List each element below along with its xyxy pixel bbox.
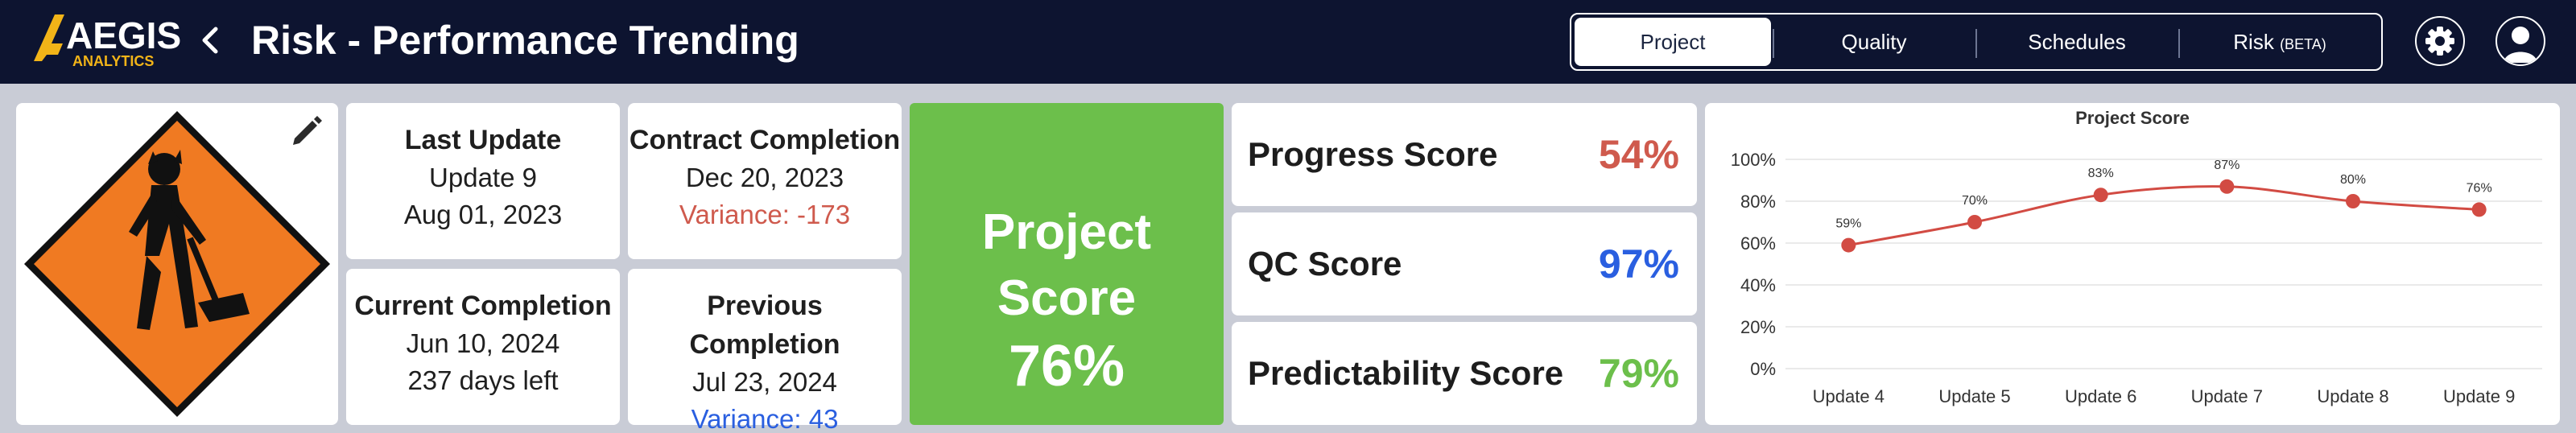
data-point — [2219, 179, 2235, 194]
y-tick-label: 60% — [1740, 233, 1776, 254]
current-completion-date: Jun 10, 2024 — [406, 328, 560, 358]
y-tick-label: 40% — [1740, 275, 1776, 295]
current-completion-days-left: 237 days left — [407, 365, 559, 395]
settings-button[interactable] — [2415, 16, 2465, 66]
data-label: 70% — [1962, 194, 1988, 208]
project-score-chart: Project Score 0% 20% 40% 60% 80% 100% Update … — [1731, 108, 2542, 406]
predictability-score-value: 79% — [1598, 351, 1679, 396]
chevron-left-icon — [202, 27, 218, 54]
series-line — [1848, 185, 2479, 247]
data-label: 87% — [2214, 159, 2240, 172]
x-tick-label: Update 5 — [1938, 386, 2010, 406]
tab-risk-label: Risk — [2233, 30, 2274, 54]
logo-text: AEGIS — [66, 14, 180, 56]
data-point — [2346, 194, 2360, 208]
data-label: 83% — [2088, 167, 2114, 180]
tab-quality[interactable]: Quality — [1776, 18, 1972, 66]
qc-score-value: 97% — [1598, 241, 1679, 287]
tab-schedules[interactable]: Schedules — [1979, 18, 2175, 66]
previous-completion-date: Jul 23, 2024 — [692, 367, 837, 397]
pencil-icon — [293, 116, 322, 145]
data-point — [2093, 188, 2108, 203]
edit-image-button[interactable] — [288, 113, 325, 150]
current-completion-card: Current Completion Jun 10, 2024 237 days… — [346, 269, 620, 425]
y-tick-label: 20% — [1740, 317, 1776, 337]
qc-score-label: QC Score — [1248, 245, 1402, 282]
contract-completion-card: Contract Completion Dec 20, 2023 Varianc… — [628, 103, 902, 259]
y-tick-label: 100% — [1731, 150, 1776, 170]
view-tabs: Project Quality Schedules Risk (BETA) — [1570, 13, 2383, 71]
progress-score-value: 54% — [1598, 132, 1679, 177]
progress-score-label: Progress Score — [1248, 135, 1498, 173]
contract-completion-variance: Variance: -173 — [679, 200, 851, 229]
contract-completion-date: Dec 20, 2023 — [685, 163, 844, 192]
project-score-label: Project Score — [981, 204, 1152, 326]
app-header: AEGIS ANALYTICS Risk - Performance Trend… — [0, 0, 2576, 84]
gear-icon — [2425, 27, 2454, 56]
user-icon — [2504, 27, 2537, 63]
predictability-score-card: Predictability Score 79% — [1232, 322, 1697, 425]
x-tick-label: Update 6 — [2065, 386, 2136, 406]
data-point — [1841, 237, 1856, 253]
y-tick-label: 0% — [1750, 359, 1776, 379]
logo-subtext: ANALYTICS — [72, 53, 154, 69]
last-update-date: Aug 01, 2023 — [403, 200, 563, 229]
x-tick-label: Update 8 — [2317, 386, 2388, 406]
previous-completion-card: Previous Completion Jul 23, 2024 Varianc… — [628, 269, 902, 433]
tab-project[interactable]: Project — [1575, 18, 1771, 66]
predictability-score-label: Predictability Score — [1248, 354, 1564, 392]
contract-completion-label: Contract Completion — [629, 125, 901, 155]
previous-completion-variance: Variance: 43 — [691, 404, 839, 433]
project-score-chart-card: Project Score 0% 20% 40% 60% 80% 100% Update … — [1705, 103, 2560, 425]
y-tick-label: 80% — [1740, 192, 1776, 212]
data-label: 59% — [1835, 217, 1861, 231]
x-tick-label: Update 7 — [2191, 386, 2263, 406]
data-label: 80% — [2340, 173, 2366, 187]
x-tick-label: Update 9 — [2443, 386, 2515, 406]
tab-divider — [1975, 29, 1977, 58]
last-update-name: Update 9 — [429, 163, 537, 192]
aegis-logo: AEGIS ANALYTICS — [34, 14, 180, 69]
progress-score-card: Progress Score 54% — [1232, 103, 1697, 206]
data-label: 76% — [2467, 181, 2492, 195]
x-tick-label: Update 4 — [1813, 386, 1885, 406]
project-score-value: 76% — [1008, 334, 1125, 398]
data-point — [1967, 215, 1982, 229]
project-image-card — [16, 103, 338, 425]
last-update-label: Last Update — [404, 125, 562, 155]
construction-worker-sign-icon — [24, 111, 330, 417]
current-completion-label: Current Completion — [354, 291, 612, 321]
previous-completion-label: Previous Completion — [689, 291, 840, 360]
beta-badge: (BETA) — [2280, 36, 2326, 52]
back-button[interactable] — [193, 18, 229, 63]
tab-risk[interactable]: Risk (BETA) — [2182, 18, 2378, 66]
page-title: Risk - Performance Trending — [251, 18, 799, 63]
qc-score-card: QC Score 97% — [1232, 212, 1697, 315]
tab-divider — [2178, 29, 2180, 58]
last-update-card: Last Update Update 9 Aug 01, 2023 — [346, 103, 620, 259]
chart-title: Project Score — [2075, 108, 2190, 128]
project-score-card: Project Score 76% — [910, 103, 1224, 425]
data-point — [2471, 202, 2487, 217]
tab-divider — [1773, 29, 1774, 58]
user-profile-button[interactable] — [2496, 16, 2545, 66]
